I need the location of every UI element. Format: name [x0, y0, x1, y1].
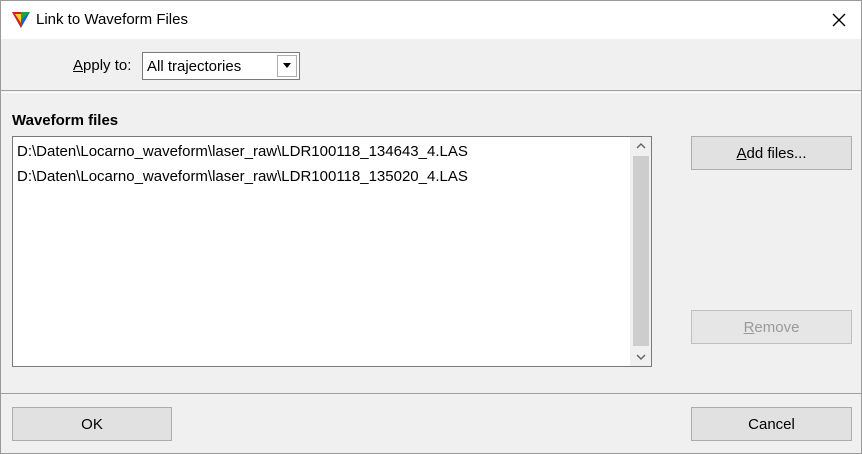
apply-to-dropdown[interactable]: All trajectories: [142, 52, 300, 80]
list-item[interactable]: D:\Daten\Locarno_waveform\laser_raw\LDR1…: [17, 143, 468, 160]
triangle-down-icon: [283, 63, 291, 68]
apply-to-label: Apply to:: [73, 57, 132, 74]
apply-section: Apply to: All trajectories: [1, 39, 861, 91]
scroll-up-button[interactable]: [631, 137, 651, 155]
chevron-up-icon: [636, 143, 646, 149]
cancel-button[interactable]: Cancel: [691, 407, 852, 441]
title-bar: Link to Waveform Files: [1, 1, 861, 39]
remove-button[interactable]: Remove: [691, 310, 852, 344]
files-section: Waveform files D:\Daten\Locarno_waveform…: [1, 92, 861, 392]
waveform-files-label: Waveform files: [12, 112, 119, 129]
add-files-button[interactable]: Add files...: [691, 136, 852, 170]
scroll-thumb[interactable]: [633, 156, 649, 346]
waveform-files-list[interactable]: D:\Daten\Locarno_waveform\laser_raw\LDR1…: [12, 136, 652, 367]
app-icon: [11, 10, 31, 30]
close-icon: [832, 13, 846, 27]
dialog-window: Link to Waveform Files Apply to: All tra…: [0, 0, 862, 454]
close-button[interactable]: [817, 1, 861, 39]
button-bar: OK Cancel: [1, 393, 861, 453]
ok-button[interactable]: OK: [12, 407, 172, 441]
apply-to-value: All trajectories: [147, 58, 242, 75]
vertical-scrollbar[interactable]: [630, 137, 651, 366]
window-title: Link to Waveform Files: [36, 11, 188, 28]
list-item[interactable]: D:\Daten\Locarno_waveform\laser_raw\LDR1…: [17, 168, 468, 185]
dropdown-button[interactable]: [277, 55, 297, 77]
remove-label: Remove: [743, 318, 800, 336]
chevron-down-icon: [636, 354, 646, 360]
scroll-down-button[interactable]: [631, 348, 651, 366]
add-files-label: Add files...: [736, 144, 807, 162]
